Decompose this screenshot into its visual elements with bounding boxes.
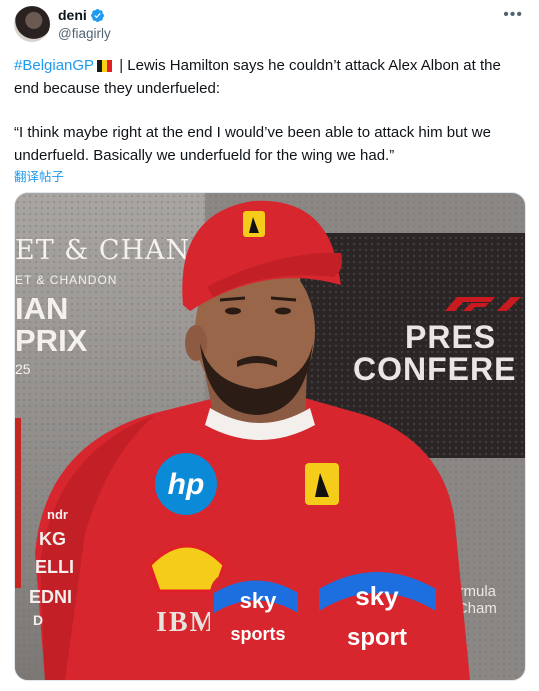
shirt-text: ndr: [47, 507, 68, 522]
name-row: deni: [58, 6, 111, 24]
ibm-logo-text: IBM: [156, 607, 218, 638]
driver-figure: hp IBM ndr KG ELLI EDNI D sky sports sky…: [29, 200, 470, 680]
shirt-text: KG: [39, 529, 66, 549]
display-name[interactable]: deni: [58, 7, 87, 23]
avatar[interactable]: [14, 6, 50, 42]
hashtag-link[interactable]: #BelgianGP: [14, 57, 94, 74]
author-names: deni @fiagirly: [58, 6, 111, 41]
mic-sports-text: sports: [230, 624, 285, 644]
shirt-text: D: [33, 612, 43, 628]
tweet-text: #BelgianGP | Lewis Hamilton says he coul…: [14, 54, 526, 167]
verified-badge-icon: [90, 8, 104, 22]
belgium-flag-icon: [97, 56, 113, 72]
more-horizontal-icon[interactable]: •••: [503, 6, 523, 24]
tweet-header: deni @fiagirly •••: [14, 6, 525, 46]
tweet-photo[interactable]: ET & CHAN ET & CHANDON IAN PRIX 25 PRES …: [14, 192, 526, 681]
hp-logo-text: hp: [168, 468, 205, 501]
shirt-text: ELLI: [35, 557, 74, 577]
mic-sport-text: sport: [347, 624, 407, 651]
handle[interactable]: @fiagirly: [58, 26, 111, 41]
tweet-quote: “I think maybe right at the end I would’…: [14, 124, 491, 164]
translate-post-link[interactable]: 翻译帖子: [14, 166, 64, 185]
tweet-line1: #BelgianGP | Lewis Hamilton says he coul…: [14, 54, 526, 100]
shirt-text: EDNI: [29, 587, 72, 607]
mic-sky-text: sky: [240, 588, 277, 613]
mic-sky-text: sky: [355, 581, 399, 611]
